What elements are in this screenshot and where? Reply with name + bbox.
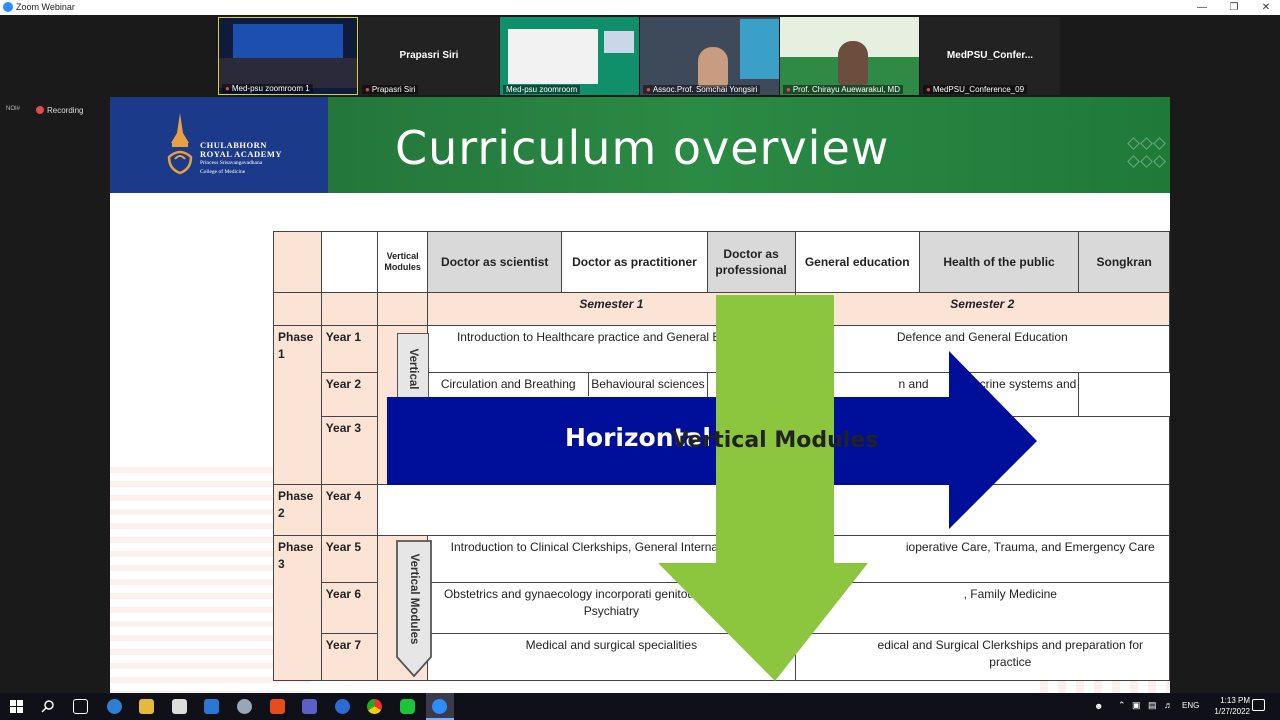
windows-start-icon[interactable] bbox=[10, 700, 23, 713]
tray-app-icon[interactable]: ▣ bbox=[1132, 700, 1141, 711]
store-icon[interactable] bbox=[172, 699, 187, 714]
zoom-icon bbox=[3, 2, 13, 12]
vertical-modules-green-arrow: Vertical Modules bbox=[658, 295, 878, 685]
zoom-taskbar-button[interactable] bbox=[426, 693, 454, 720]
header-cell: General education bbox=[794, 231, 920, 293]
year-label: Year 1 bbox=[320, 325, 379, 373]
window-titlebar: Zoom Webinar — ❐ ✕ bbox=[0, 0, 1280, 15]
participant-name: ● Prapasri Siri bbox=[362, 85, 419, 94]
people-icon[interactable]: ☻ bbox=[1094, 701, 1103, 711]
task-view-icon[interactable] bbox=[73, 699, 88, 714]
participant-name: ● Assoc.Prof. Somchai Yongsiri bbox=[643, 85, 761, 94]
participant-name: ● Prof. Chirayu Auewarakul, MD bbox=[783, 85, 903, 94]
decorative-pattern bbox=[1127, 137, 1166, 173]
mic-muted-icon: ● bbox=[926, 85, 931, 94]
video-tile[interactable]: Prapasri Siri ● Prapasri Siri bbox=[359, 17, 499, 95]
table-cell bbox=[273, 231, 322, 293]
mail-icon[interactable] bbox=[204, 699, 219, 714]
year-label: Year 7 bbox=[320, 633, 379, 681]
year-label: Year 2 bbox=[320, 372, 379, 417]
video-tile[interactable]: ● Med-psu zoomroom 1 bbox=[218, 17, 358, 95]
phase-label: Phase 2 bbox=[273, 484, 322, 536]
mic-muted-icon: ● bbox=[646, 85, 651, 94]
window-title: Zoom Webinar bbox=[16, 2, 75, 12]
table-cell bbox=[273, 292, 322, 326]
vertical-modules-header: Vertical Modules bbox=[377, 231, 429, 293]
clock[interactable]: 1:13 PM 1/27/2022 bbox=[1214, 695, 1250, 717]
table-cell bbox=[377, 292, 429, 326]
office-icon[interactable] bbox=[270, 699, 285, 714]
slide-title: Curriculum overview bbox=[395, 121, 890, 175]
slide-header: CHULABHORN ROYAL ACADEMY Princess Srisav… bbox=[110, 97, 1170, 193]
year-label: Year 3 bbox=[320, 416, 379, 485]
mic-muted-icon: ● bbox=[786, 85, 791, 94]
side-label: NOI# bbox=[6, 106, 21, 112]
notification-icon[interactable] bbox=[1252, 699, 1265, 711]
video-tile[interactable]: MedPSU_Confer... ● MedPSU_Conference_09 bbox=[920, 17, 1060, 95]
minimize-icon[interactable]: — bbox=[1186, 0, 1218, 15]
year-label: Year 4 bbox=[320, 484, 379, 536]
header-cell: Doctor as professional bbox=[706, 231, 796, 293]
chevron-up-icon[interactable]: ⌃ bbox=[1118, 700, 1126, 711]
vertical-modules-bar: Vertical Modules bbox=[408, 553, 420, 645]
participant-name: ● MedPSU_Conference_09 bbox=[923, 85, 1028, 94]
windows-taskbar: ☻ ⌃ ▣ ▤ ♬ ENG 1:13 PM 1/27/2022 bbox=[0, 693, 1280, 720]
line-icon[interactable] bbox=[400, 699, 415, 714]
table-cell bbox=[320, 231, 379, 293]
app-icon[interactable] bbox=[237, 699, 252, 714]
logo: CHULABHORN ROYAL ACADEMY Princess Srisav… bbox=[110, 97, 328, 193]
organization-name: CHULABHORN ROYAL ACADEMY Princess Srisav… bbox=[200, 140, 282, 176]
recording-indicator[interactable]: Recording bbox=[36, 106, 83, 115]
crest-icon bbox=[167, 113, 193, 175]
video-strip: ● Med-psu zoomroom 1 Prapasri Siri ● Prapa… bbox=[0, 15, 1280, 97]
year-label: Year 5 bbox=[320, 535, 379, 583]
search-icon[interactable] bbox=[41, 699, 55, 713]
close-icon[interactable]: ✕ bbox=[1250, 0, 1280, 15]
video-tile[interactable]: Med-psu zoomroom bbox=[500, 17, 639, 95]
year-label: Year 6 bbox=[320, 582, 379, 634]
mic-muted-icon: ● bbox=[365, 85, 370, 94]
volume-icon[interactable]: ♬ bbox=[1164, 700, 1173, 710]
app-icon[interactable] bbox=[335, 699, 350, 714]
record-icon bbox=[36, 106, 44, 114]
teams-icon[interactable] bbox=[302, 699, 317, 714]
participant-display-name: Prapasri Siri bbox=[399, 50, 459, 61]
table-cell bbox=[320, 292, 379, 326]
header-cell: Doctor as scientist bbox=[427, 231, 563, 293]
edge-icon[interactable] bbox=[107, 699, 122, 714]
phase-label: Phase 1 bbox=[273, 325, 322, 485]
maximize-icon[interactable]: ❐ bbox=[1218, 0, 1250, 15]
header-cell: Songkran bbox=[1078, 231, 1170, 293]
video-tile[interactable]: ● Prof. Chirayu Auewarakul, MD bbox=[780, 17, 919, 95]
header-cell: Health of the public bbox=[918, 231, 1080, 293]
phase-label: Phase 3 bbox=[273, 535, 322, 681]
participant-name: ● Med-psu zoomroom 1 bbox=[222, 84, 313, 93]
shared-slide: CHULABHORN ROYAL ACADEMY Princess Srisav… bbox=[110, 97, 1170, 693]
network-icon[interactable]: ▤ bbox=[1148, 700, 1157, 711]
file-explorer-icon[interactable] bbox=[139, 699, 154, 714]
chrome-icon[interactable] bbox=[367, 699, 382, 714]
participant-name: Med-psu zoomroom bbox=[503, 85, 581, 94]
language-indicator[interactable]: ENG bbox=[1182, 701, 1199, 710]
participant-display-name: MedPSU_Confer... bbox=[946, 50, 1034, 61]
video-tile[interactable]: ● Assoc.Prof. Somchai Yongsiri bbox=[640, 17, 779, 95]
header-cell: Doctor as practitioner bbox=[561, 231, 708, 293]
vertical-modules-label: Vertical Modules bbox=[671, 428, 879, 453]
mic-icon: ● bbox=[225, 84, 230, 93]
